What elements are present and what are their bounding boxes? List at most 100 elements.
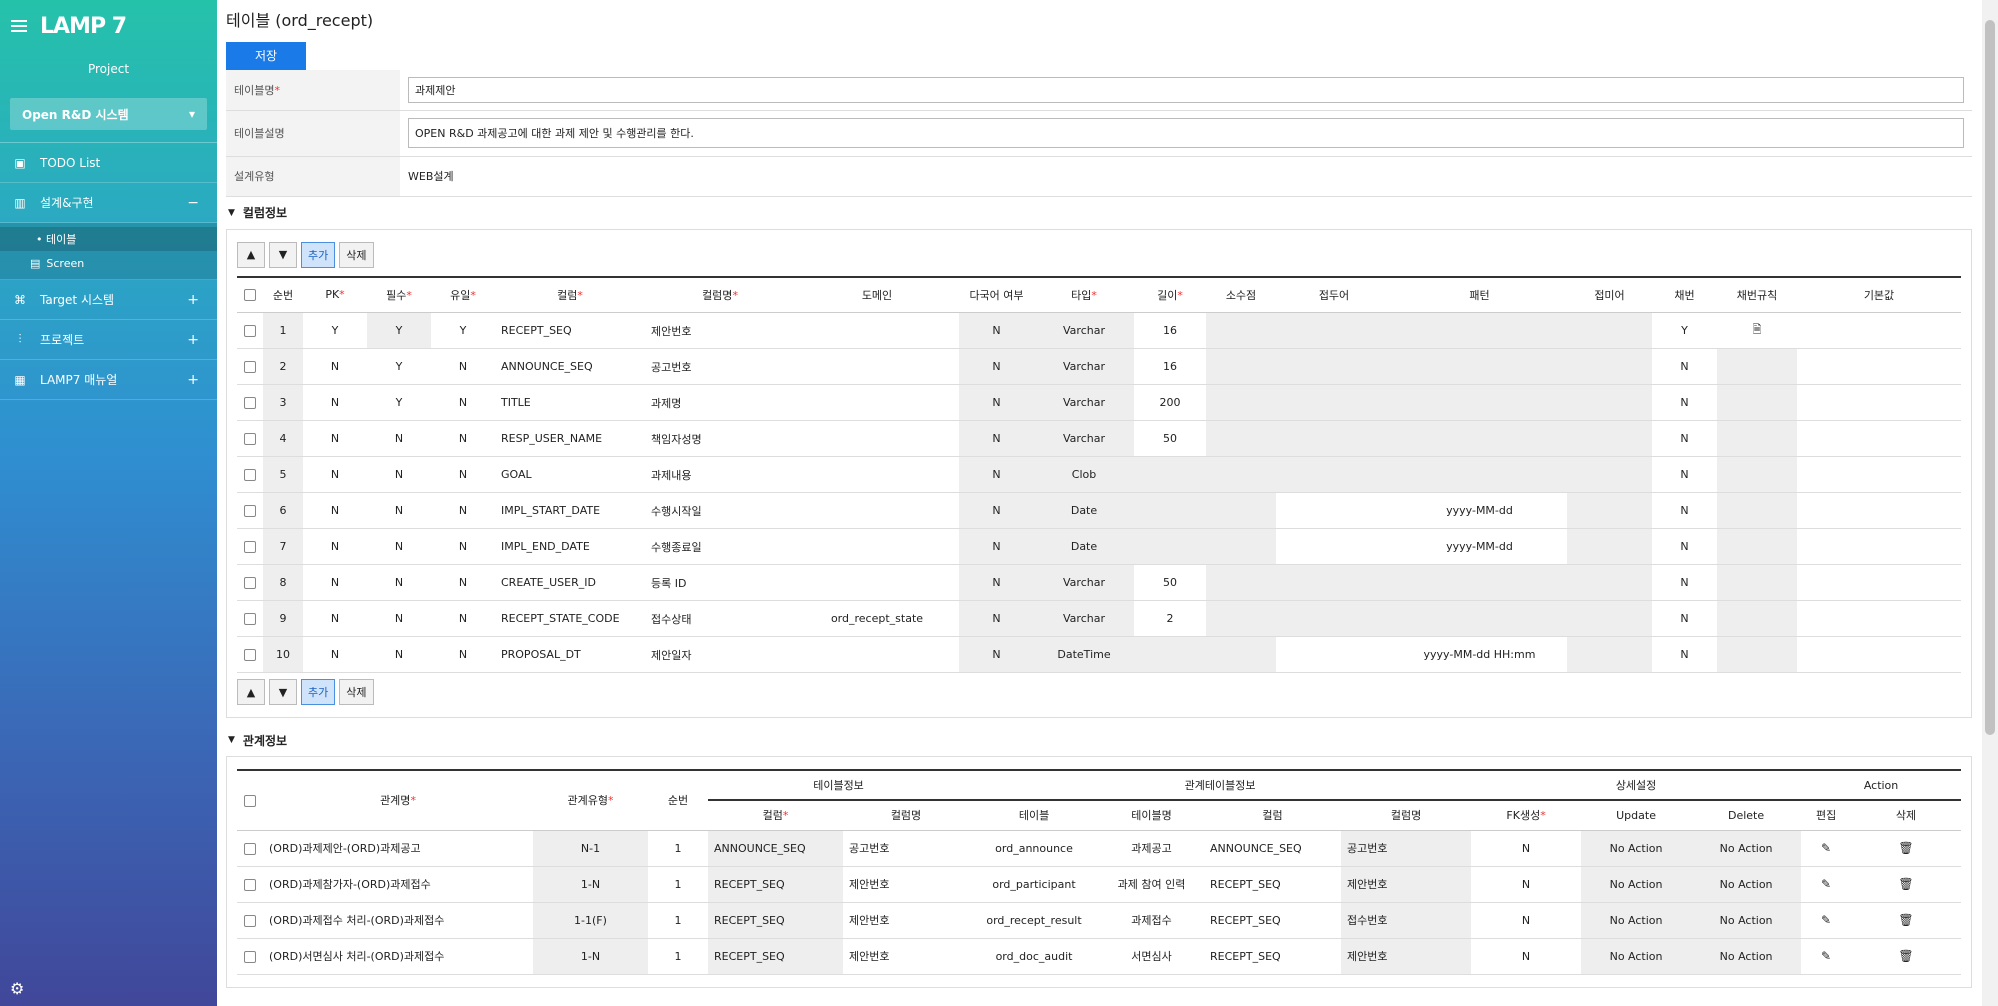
row-checkbox[interactable] [244, 361, 256, 373]
table-cell[interactable]: 서면심사 [1099, 938, 1205, 975]
table-cell[interactable] [1567, 492, 1652, 529]
table-cell[interactable] [1276, 528, 1392, 565]
move-down-button[interactable]: ▼ [269, 679, 297, 705]
table-cell[interactable]: 제안일자 [645, 636, 795, 673]
table-cell[interactable]: N [1471, 830, 1582, 867]
table-cell[interactable]: Y [1652, 312, 1717, 349]
table-cell[interactable]: (ORD)과제참가자-(ORD)과제접수 [263, 866, 533, 903]
table-cell[interactable] [1206, 456, 1276, 493]
select-all-checkbox[interactable] [244, 289, 256, 302]
table-cell[interactable]: yyyy-MM-dd [1392, 492, 1567, 529]
table-cell[interactable]: 1 [648, 866, 708, 903]
table-cell[interactable]: N [1471, 902, 1582, 939]
table-cell[interactable]: N [959, 600, 1034, 637]
table-cell[interactable] [1717, 420, 1797, 457]
select-all-checkbox[interactable] [244, 794, 256, 807]
table-cell[interactable]: No Action [1581, 902, 1692, 939]
row-checkbox[interactable] [244, 878, 256, 891]
table-cell[interactable]: N [431, 636, 495, 673]
table-cell[interactable]: 1 [263, 312, 303, 349]
table-cell[interactable] [1797, 492, 1961, 529]
table-cell[interactable] [795, 528, 959, 565]
move-up-button[interactable]: ▲ [237, 679, 265, 705]
trash-icon[interactable]: 🗑 [1898, 841, 1913, 855]
table-cell[interactable]: Date [1034, 492, 1134, 529]
table-cell[interactable]: N [431, 456, 495, 493]
table-cell[interactable]: 공고번호 [1341, 830, 1472, 867]
table-cell[interactable]: 1 [648, 830, 708, 867]
hamburger-menu-icon[interactable] [11, 20, 27, 32]
table-cell[interactable] [1392, 600, 1567, 637]
table-cell[interactable]: 50 [1134, 420, 1206, 457]
table-cell[interactable]: ord_recept_state [795, 600, 959, 637]
sidebar-subitem-table[interactable]: • 테이블 [0, 227, 217, 251]
table-cell[interactable]: TITLE [495, 384, 645, 421]
row-checkbox[interactable] [244, 649, 256, 661]
table-cell[interactable] [795, 312, 959, 349]
add-column-button[interactable]: 추가 [301, 679, 336, 705]
table-cell[interactable]: 200 [1134, 384, 1206, 421]
table-cell[interactable] [1797, 600, 1961, 637]
table-cell[interactable]: N [367, 420, 431, 457]
table-cell[interactable]: N [1652, 420, 1717, 457]
edit-icon[interactable]: ✎ [1821, 913, 1831, 927]
table-cell[interactable] [1717, 636, 1797, 673]
gear-icon[interactable]: ⚙ [10, 979, 24, 998]
row-checkbox[interactable] [244, 613, 256, 625]
table-cell[interactable] [1797, 636, 1961, 673]
document-icon[interactable]: 🗎 [1753, 323, 1762, 336]
table-cell[interactable]: 등록 ID [645, 564, 795, 601]
table-cell[interactable] [1206, 492, 1276, 529]
table-cell[interactable] [1276, 636, 1392, 673]
table-cell[interactable] [1392, 312, 1567, 349]
table-cell[interactable]: RECEPT_SEQ [1204, 938, 1342, 975]
table-cell[interactable] [1206, 636, 1276, 673]
table-cell[interactable]: Y [367, 312, 431, 349]
table-cell[interactable]: (ORD)서면심사 처리-(ORD)과제접수 [263, 938, 533, 975]
table-cell[interactable]: N [303, 420, 367, 457]
table-cell[interactable]: Y [303, 312, 367, 349]
table-cell[interactable]: N [959, 348, 1034, 385]
row-checkbox[interactable] [244, 950, 256, 963]
expand-icon[interactable]: + [187, 292, 199, 308]
table-cell[interactable]: 5 [263, 456, 303, 493]
table-cell[interactable] [1717, 456, 1797, 493]
table-cell[interactable]: 1-1(F) [533, 902, 648, 939]
table-cell[interactable]: 공고번호 [843, 830, 970, 867]
table-cell[interactable] [1797, 456, 1961, 493]
table-cell[interactable]: Varchar [1034, 348, 1134, 385]
table-desc-textarea[interactable]: OPEN R&D 과제공고에 대한 과제 제안 및 수행관리를 한다. [408, 118, 1964, 148]
table-cell[interactable]: 50 [1134, 564, 1206, 601]
table-cell[interactable]: 4 [263, 420, 303, 457]
trash-icon[interactable]: 🗑 [1898, 877, 1913, 891]
table-cell[interactable] [795, 492, 959, 529]
sidebar-item-manual[interactable]: ▦ LAMP7 매뉴얼 + [0, 360, 217, 400]
table-cell[interactable]: No Action [1581, 866, 1692, 903]
table-cell[interactable] [1797, 348, 1961, 385]
table-cell[interactable]: 수행시작일 [645, 492, 795, 529]
table-cell[interactable]: N [1652, 492, 1717, 529]
table-cell[interactable]: No Action [1581, 938, 1692, 975]
table-cell[interactable]: N [303, 600, 367, 637]
vertical-scrollbar[interactable] [1982, 0, 1998, 1006]
table-cell[interactable]: RECEPT_SEQ [708, 902, 843, 939]
table-cell[interactable]: N [303, 348, 367, 385]
table-cell[interactable]: N [431, 528, 495, 565]
table-cell[interactable] [1276, 420, 1392, 457]
table-cell[interactable]: N [303, 492, 367, 529]
table-cell[interactable]: No Action [1691, 938, 1802, 975]
sidebar-item-todo[interactable]: ▣ TODO List [0, 143, 217, 183]
table-cell[interactable] [1567, 600, 1652, 637]
add-column-button[interactable]: 추가 [301, 241, 336, 268]
table-cell[interactable] [1206, 312, 1276, 349]
sidebar-subitem-screen[interactable]: ▤ Screen [0, 251, 217, 275]
table-cell[interactable]: No Action [1691, 866, 1802, 903]
table-cell[interactable] [795, 348, 959, 385]
row-checkbox[interactable] [244, 325, 256, 337]
table-cell[interactable]: N [303, 564, 367, 601]
table-cell[interactable] [1567, 636, 1652, 673]
table-cell[interactable]: ord_doc_audit [969, 938, 1100, 975]
table-cell[interactable] [1567, 348, 1652, 385]
sidebar-item-design[interactable]: ▥ 설계&구현 − [0, 183, 217, 223]
table-cell[interactable]: N [959, 636, 1034, 673]
